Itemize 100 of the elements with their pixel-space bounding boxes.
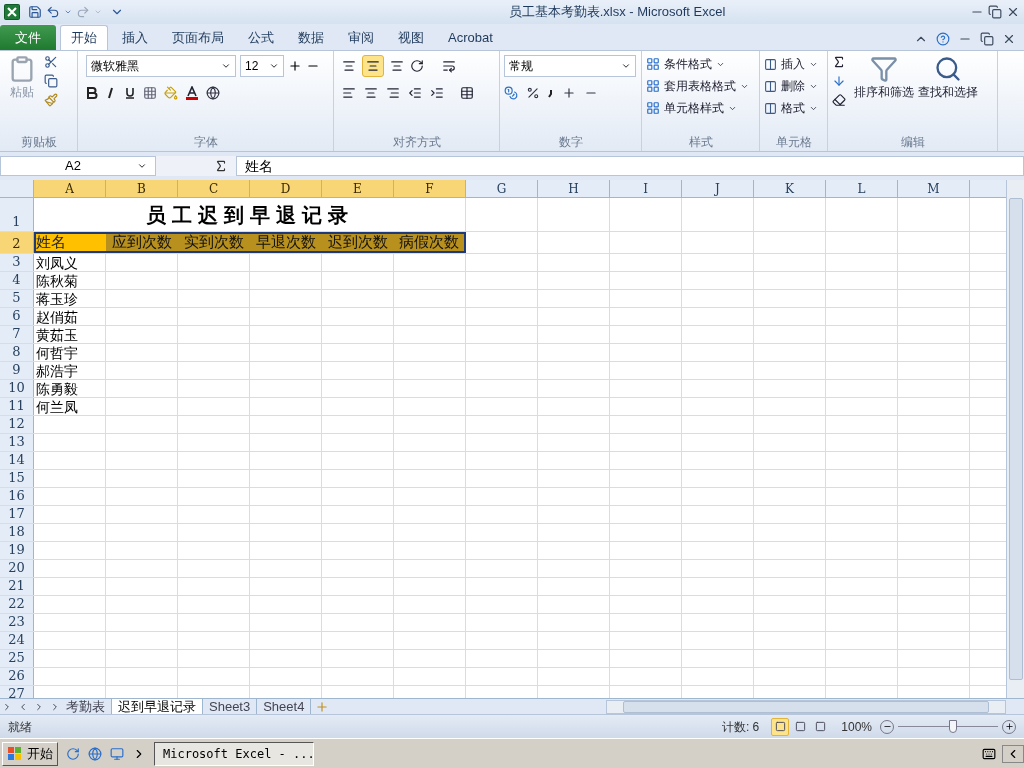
fill-icon[interactable] [832,74,846,88]
ribbon-tab[interactable]: 公式 [238,25,284,50]
column-header[interactable]: C [178,180,250,197]
restore-icon[interactable] [988,5,1002,19]
ribbon-tab[interactable]: Acrobat [438,25,503,50]
row-header[interactable]: 19 [0,542,34,559]
help-icon[interactable] [936,32,950,46]
close-icon[interactable] [1002,32,1016,46]
column-header[interactable]: B [106,180,178,197]
grow-font-icon[interactable] [288,59,302,73]
middle-align-button[interactable] [362,55,384,77]
phonetic-icon[interactable] [206,86,220,100]
column-header[interactable]: G [466,180,538,197]
undo-icon[interactable] [46,5,60,19]
row-header[interactable]: 3 [0,254,34,271]
row-header[interactable]: 14 [0,452,34,469]
row-header[interactable]: 16 [0,488,34,505]
styles-menu-button[interactable]: 条件格式 [646,55,749,73]
row-header[interactable]: 7 [0,326,34,343]
row-header[interactable]: 4 [0,272,34,289]
ribbon-tab[interactable]: 页面布局 [162,25,234,50]
increase-decimal-icon[interactable] [562,86,576,100]
row-header[interactable]: 15 [0,470,34,487]
ribbon-tab[interactable]: 审阅 [338,25,384,50]
save-icon[interactable] [28,5,42,19]
row-header[interactable]: 9 [0,362,34,379]
copy-icon[interactable] [44,74,58,88]
sheet-tab[interactable]: 迟到早退记录 [112,698,203,715]
row-header[interactable]: 18 [0,524,34,541]
desktop-icon[interactable] [110,746,124,761]
row-header[interactable]: 27 [0,686,34,698]
clear-icon[interactable] [832,93,846,107]
row-header[interactable]: 24 [0,632,34,649]
expand-tray-icon[interactable] [1002,744,1024,763]
taskbar-window-button[interactable]: Microsoft Excel - ... [154,741,314,766]
align-right-icon[interactable] [386,86,400,100]
view-button[interactable] [771,717,790,736]
close-icon[interactable] [1006,5,1020,19]
font-name-field[interactable]: 微软雅黑 [86,55,236,77]
currency-icon[interactable] [504,86,518,100]
row-header[interactable]: 8 [0,344,34,361]
column-header[interactable]: H [538,180,610,197]
zoom-slider-thumb[interactable] [948,719,957,733]
row-header[interactable]: 10 [0,380,34,397]
row-header[interactable]: 6 [0,308,34,325]
cells-menu-button[interactable]: 插入 [764,55,818,73]
zoom-level-text[interactable]: 100% [841,717,872,736]
vertical-scrollbar[interactable] [1006,180,1024,698]
column-header[interactable]: K [754,180,826,197]
find-select-button[interactable]: 查找和选择 [918,55,978,133]
column-header[interactable]: J [682,180,754,197]
format-painter-icon[interactable] [44,93,58,107]
font-size-field[interactable]: 12 [240,55,284,77]
bottom-align-icon[interactable] [390,59,404,73]
ribbon-tab[interactable]: 数据 [288,25,334,50]
browser-icon[interactable] [88,746,102,761]
top-align-icon[interactable] [342,59,356,73]
row-header[interactable]: 12 [0,416,34,433]
styles-menu-button[interactable]: 单元格样式 [646,99,749,117]
comma-icon[interactable] [548,88,554,98]
increase-indent-icon[interactable] [430,86,444,100]
autosum-icon[interactable] [832,55,846,69]
row-header[interactable]: 5 [0,290,34,307]
ribbon-tab[interactable]: 开始 [60,25,108,50]
row-header[interactable]: 1 [0,198,34,231]
row-header[interactable]: 25 [0,650,34,667]
orientation-icon[interactable] [410,59,424,73]
formula-field[interactable]: 姓名 [236,156,1024,176]
number-format-field[interactable]: 常规 [504,55,636,77]
ribbon-tab[interactable]: 插入 [112,25,158,50]
decrease-indent-icon[interactable] [408,86,422,100]
column-header[interactable]: L [826,180,898,197]
ribbon-tab[interactable]: 视图 [388,25,434,50]
fill-color-icon[interactable] [164,86,178,100]
bold-icon[interactable] [86,87,98,99]
row-header[interactable]: 20 [0,560,34,577]
cut-icon[interactable] [44,55,58,69]
merge-cells-icon[interactable] [460,86,474,100]
styles-menu-button[interactable]: 套用表格格式 [646,77,749,95]
column-header[interactable]: I [610,180,682,197]
name-box[interactable]: A2 [0,156,156,176]
row-header[interactable]: 26 [0,668,34,685]
cells-menu-button[interactable]: 删除 [764,77,818,95]
font-color-icon[interactable] [185,86,199,100]
align-left-icon[interactable] [342,86,356,100]
borders-icon[interactable] [143,86,157,100]
sort-filter-button[interactable]: 排序和筛选 [854,55,914,133]
column-header[interactable]: A [34,180,106,197]
row-header[interactable]: 11 [0,398,34,415]
file-tab[interactable]: 文件 [0,25,56,50]
cells-menu-button[interactable]: 格式 [764,99,818,117]
keyboard-icon[interactable] [982,746,996,761]
wrap-text-icon[interactable] [442,59,456,73]
column-header[interactable]: F [394,180,466,197]
row-header[interactable]: 17 [0,506,34,523]
restore-icon[interactable] [980,32,994,46]
row-header[interactable]: 13 [0,434,34,451]
column-header[interactable]: M [898,180,970,197]
column-header[interactable]: E [322,180,394,197]
row-header[interactable]: 23 [0,614,34,631]
